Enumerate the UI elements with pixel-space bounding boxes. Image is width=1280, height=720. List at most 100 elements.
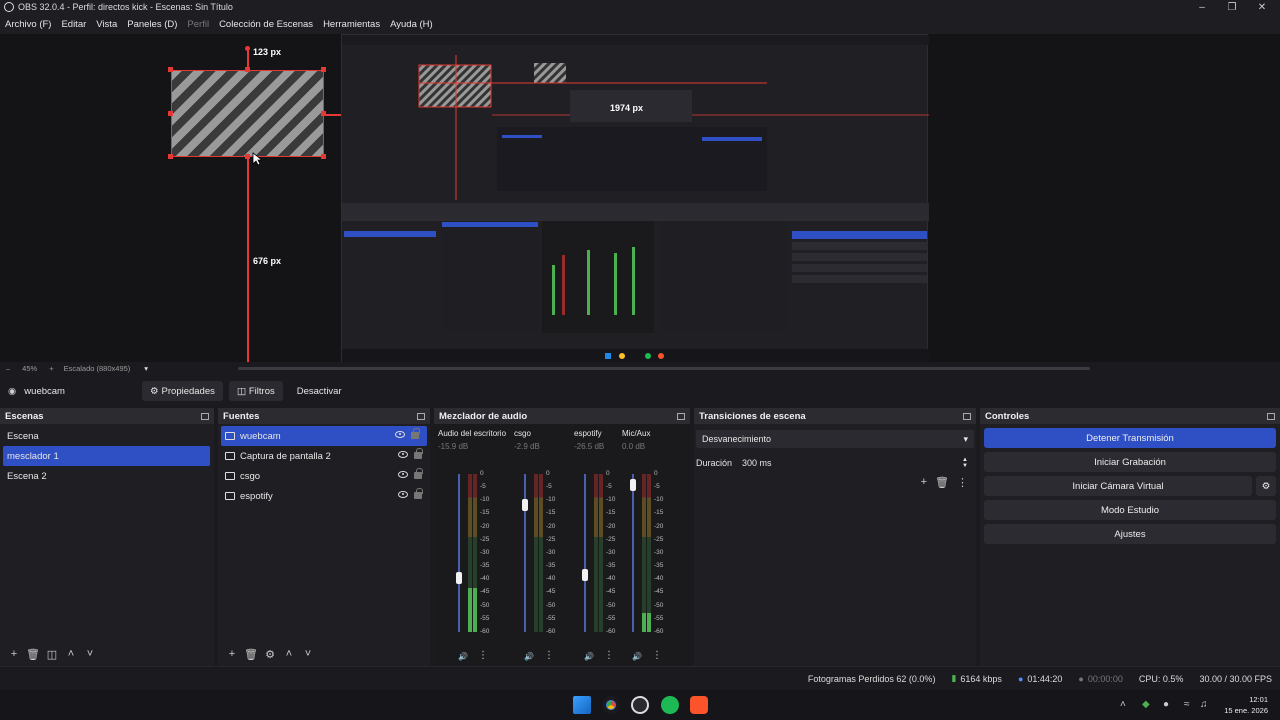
studio-mode-button[interactable]: Modo Estudio: [984, 500, 1276, 520]
volume-slider-knob[interactable]: [456, 571, 462, 584]
undock-icon[interactable]: [417, 412, 425, 420]
system-clock[interactable]: 12:01 15 ene. 2026: [1224, 694, 1268, 716]
more-options-icon[interactable]: ⋮: [652, 650, 662, 661]
volume-slider-track[interactable]: [584, 474, 586, 632]
eye-icon[interactable]: [398, 491, 408, 498]
more-options-icon[interactable]: ⋮: [478, 650, 488, 661]
start-virtual-camera-button[interactable]: Iniciar Cámara Virtual: [984, 476, 1252, 496]
gear-icon[interactable]: ⚙: [262, 646, 278, 662]
filter-icon[interactable]: ◫: [44, 646, 60, 662]
volume-slider-track[interactable]: [524, 474, 526, 632]
menu-file[interactable]: Archivo (F): [5, 19, 51, 30]
resize-handle[interactable]: [168, 154, 173, 159]
arrow-up-icon[interactable]: ˄: [281, 646, 297, 662]
resize-handle[interactable]: [321, 111, 326, 116]
volume-slider-knob[interactable]: [582, 568, 588, 581]
add-icon[interactable]: +: [224, 646, 240, 662]
resize-handle[interactable]: [321, 67, 326, 72]
lock-icon[interactable]: [411, 428, 420, 439]
speaker-icon[interactable]: 🔊: [632, 652, 642, 661]
microphone-icon[interactable]: ●: [1163, 699, 1169, 710]
duration-spinbox[interactable]: 300 ms ▲ ▼: [736, 454, 974, 472]
resize-handle[interactable]: [168, 111, 173, 116]
menu-edit[interactable]: Editar: [61, 19, 86, 30]
deactivate-button[interactable]: Desactivar: [289, 381, 350, 401]
rotation-handle[interactable]: [245, 46, 250, 51]
source-item[interactable]: Captura de pantalla 2: [218, 446, 430, 466]
scene-item-selected[interactable]: mesclador 1: [3, 446, 210, 466]
minimize-button[interactable]: –: [1186, 0, 1218, 14]
trash-icon[interactable]: 🗑: [935, 476, 949, 489]
scale-dropdown[interactable]: Escalado (880x495): [64, 364, 131, 373]
arrow-down-icon[interactable]: ˅: [82, 646, 98, 662]
title-bar: OBS 32.0.4 - Perfil: directos kick - Esc…: [0, 0, 1280, 14]
resize-handle[interactable]: [245, 67, 250, 72]
add-icon[interactable]: +: [6, 646, 22, 662]
more-options-icon[interactable]: ⋮: [957, 476, 968, 489]
volume-slider-knob[interactable]: [522, 499, 528, 512]
source-item[interactable]: csgo: [218, 466, 430, 486]
scene-item[interactable]: Escena 2: [0, 466, 214, 486]
arrow-down-icon[interactable]: ˅: [300, 646, 316, 662]
eye-icon[interactable]: [398, 451, 408, 458]
stop-streaming-button[interactable]: Detener Transmisión: [984, 428, 1276, 448]
undock-icon[interactable]: [677, 412, 685, 420]
resize-handle[interactable]: [321, 154, 326, 159]
tray-app-icon[interactable]: ◆: [1142, 699, 1150, 710]
eye-icon[interactable]: [395, 431, 405, 438]
brave-icon[interactable]: [690, 696, 708, 714]
undock-icon[interactable]: [963, 412, 971, 420]
speaker-icon[interactable]: 🔊: [524, 652, 534, 661]
chrome-icon[interactable]: [602, 696, 620, 714]
zoom-out-button[interactable]: –: [6, 364, 10, 373]
source-item-selected[interactable]: wuebcam: [221, 426, 427, 446]
menu-scene-collection[interactable]: Colección de Escenas: [219, 19, 313, 30]
lock-icon[interactable]: [414, 448, 423, 459]
gear-icon[interactable]: ⚙: [1256, 476, 1276, 496]
lock-icon[interactable]: [414, 488, 423, 499]
transition-select[interactable]: Desvanecimiento ▾: [696, 430, 974, 448]
spin-arrows-icon[interactable]: ▲ ▼: [962, 457, 968, 469]
wifi-icon[interactable]: ≈: [1184, 699, 1190, 710]
camera-icon: ◉: [8, 385, 17, 397]
arrow-up-icon[interactable]: ˄: [63, 646, 79, 662]
spotify-icon[interactable]: [661, 696, 679, 714]
scene-item[interactable]: Escena: [0, 426, 214, 446]
volume-slider-knob[interactable]: [630, 478, 636, 491]
chevron-up-icon[interactable]: ˄: [1120, 699, 1126, 710]
restore-button[interactable]: ❐: [1216, 0, 1248, 14]
volume-icon[interactable]: ♫: [1200, 699, 1208, 710]
settings-button[interactable]: Ajustes: [984, 524, 1276, 544]
resize-handle[interactable]: [168, 67, 173, 72]
obs-icon[interactable]: [631, 696, 649, 714]
eye-icon[interactable]: [398, 471, 408, 478]
volume-slider-track[interactable]: [632, 474, 634, 632]
menu-docks[interactable]: Paneles (D): [127, 19, 177, 30]
properties-button[interactable]: ⚙ Propiedades: [142, 381, 223, 401]
trash-icon[interactable]: 🗑: [25, 646, 41, 662]
chevron-down-icon[interactable]: ▾: [144, 364, 148, 373]
trash-icon[interactable]: 🗑: [243, 646, 259, 662]
filters-button[interactable]: ◫ Filtros: [228, 381, 283, 401]
more-options-icon[interactable]: ⋮: [544, 650, 554, 661]
menu-profile[interactable]: Perfil: [187, 19, 209, 30]
menu-tools[interactable]: Herramientas: [323, 19, 380, 30]
menu-help[interactable]: Ayuda (H): [390, 19, 433, 30]
close-button[interactable]: ✕: [1246, 0, 1278, 14]
menu-view[interactable]: Vista: [96, 19, 117, 30]
broadcast-icon: ●: [1017, 673, 1024, 684]
resize-handle[interactable]: [245, 154, 250, 159]
undock-icon[interactable]: [1267, 412, 1275, 420]
windows-start-icon[interactable]: [573, 696, 591, 714]
speaker-icon[interactable]: 🔊: [584, 652, 594, 661]
zoom-in-button[interactable]: +: [49, 364, 53, 373]
volume-slider-track[interactable]: [458, 474, 460, 632]
lock-icon[interactable]: [414, 468, 423, 479]
webcam-source-placeholder[interactable]: [171, 70, 324, 157]
add-icon[interactable]: +: [921, 476, 927, 489]
undock-icon[interactable]: [201, 412, 209, 420]
preview-scrollbar[interactable]: [238, 367, 1090, 370]
source-item[interactable]: espotify: [218, 486, 430, 506]
speaker-icon[interactable]: 🔊: [458, 652, 468, 661]
start-recording-button[interactable]: Iniciar Grabación: [984, 452, 1276, 472]
